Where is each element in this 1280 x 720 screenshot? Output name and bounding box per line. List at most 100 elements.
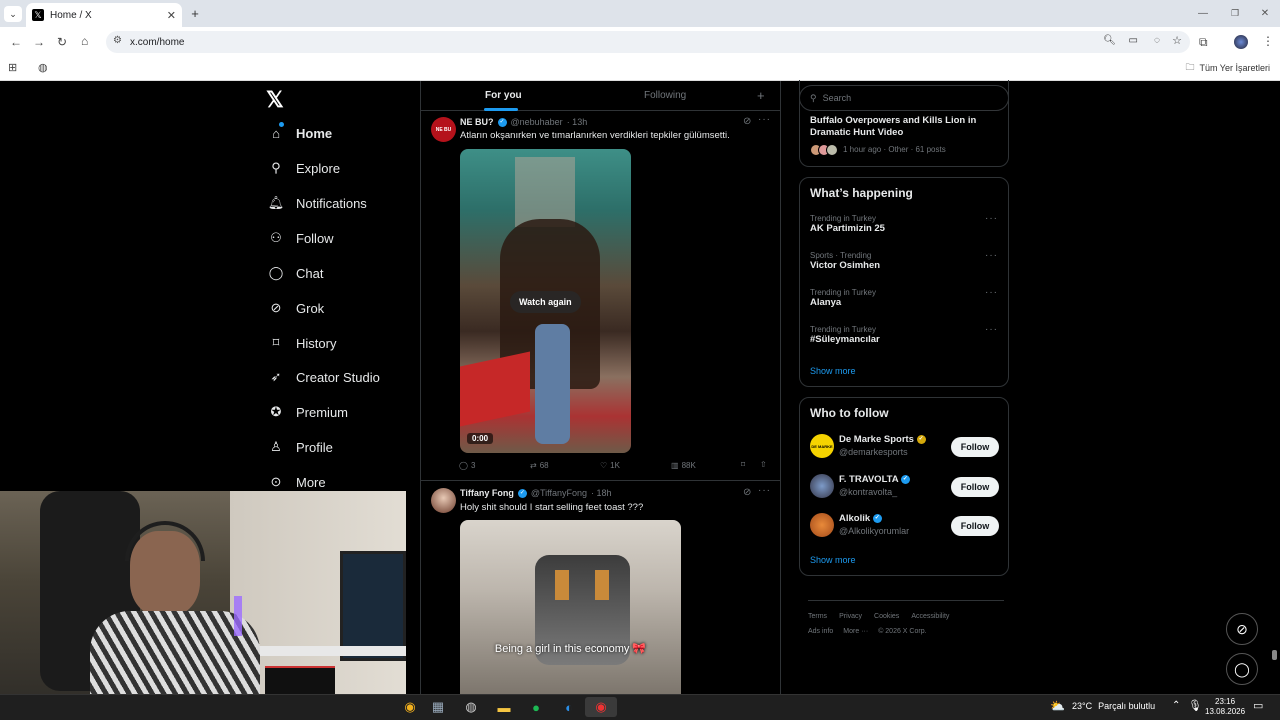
nav-item-creator-studio[interactable]: ➶ Creator Studio xyxy=(268,367,380,387)
grok-explain-icon[interactable]: ⊘ xyxy=(743,116,751,127)
trend-item[interactable]: Trending in Turkey AK Partimizin 25 ··· xyxy=(810,213,1000,234)
follow-button[interactable]: Follow xyxy=(951,516,999,536)
follow-suggestion[interactable]: DE MARKE De Marke Sports ✓ @demarkesport… xyxy=(810,434,1000,460)
top-story-card[interactable]: Buffalo Overpowers and Kills Lion in Dra… xyxy=(799,80,1009,167)
close-tab-icon[interactable]: ✕ xyxy=(167,9,176,22)
post-more-icon[interactable]: ··· xyxy=(758,114,771,125)
minimize-button[interactable]: — xyxy=(1196,6,1210,20)
watch-again-button[interactable]: Watch again xyxy=(510,291,581,313)
microphone-icon[interactable]: 🎙︎ xyxy=(1188,699,1202,712)
like-button[interactable]: ♡ 1K xyxy=(600,461,620,470)
post-video[interactable]: Being a girl in this economy 🎀 xyxy=(460,520,681,694)
chrome-taskbar-icon[interactable]: ◉ xyxy=(400,697,420,717)
bookmark-post-icon[interactable]: ⌑ xyxy=(741,460,745,469)
avatar[interactable] xyxy=(810,513,834,537)
views-button[interactable]: ▥ 88K xyxy=(671,461,696,470)
author-name[interactable]: Tiffany Fong xyxy=(460,488,514,498)
footer-link[interactable]: Accessibility xyxy=(911,613,949,620)
x-logo-icon[interactable]: 𝕏 xyxy=(266,87,284,113)
avatar[interactable]: NE BU xyxy=(431,117,456,142)
weather-icon[interactable]: ⛅ xyxy=(1050,699,1065,713)
clock[interactable]: 23:16 13.08.2026 xyxy=(1205,697,1245,717)
weather-widget[interactable]: 23°C Parçalı bulutlu xyxy=(1072,701,1155,711)
obs-taskbar-icon[interactable]: ◉ xyxy=(585,697,617,717)
share-icon[interactable]: ⇧ xyxy=(760,460,767,469)
browser-tab[interactable]: 𝕏 Home / X ✕ xyxy=(26,3,182,27)
follow-suggestion[interactable]: Alkolik ✓ @Alkolikyorumlar Follow xyxy=(810,513,1000,539)
trend-item[interactable]: Trending in Turkey Alanya ··· xyxy=(810,287,1000,308)
nav-item-notifications[interactable]: 🔔︎ Notifications xyxy=(268,193,367,213)
browser-menu-icon[interactable]: ⋮ xyxy=(1262,34,1274,48)
tab-following[interactable]: Following xyxy=(644,90,686,101)
nav-item-premium[interactable]: ✪ Premium xyxy=(268,402,348,422)
app-taskbar-icon[interactable]: ◍ xyxy=(461,697,481,717)
calculator-taskbar-icon[interactable]: ▦ xyxy=(428,697,448,717)
show-more-trends-link[interactable]: Show more xyxy=(810,366,856,376)
trend-more-icon[interactable]: ··· xyxy=(985,324,998,335)
nav-item-follow[interactable]: ⚇ Follow xyxy=(268,228,333,248)
home-button-icon[interactable]: ⌂ xyxy=(81,34,88,48)
show-more-follow-link[interactable]: Show more xyxy=(810,555,856,565)
close-window-button[interactable]: ✕ xyxy=(1258,6,1272,20)
follow-button[interactable]: Follow xyxy=(951,477,999,497)
back-icon[interactable]: ← xyxy=(10,35,22,49)
restore-button[interactable]: ❐ xyxy=(1228,6,1242,20)
author-name[interactable]: NE BU? xyxy=(460,117,494,127)
footer-link[interactable]: Cookies xyxy=(874,613,899,620)
new-tab-button[interactable]: + xyxy=(188,6,202,21)
cast-icon[interactable]: ▭ xyxy=(1129,35,1138,46)
eye-off-icon[interactable]: ◌ xyxy=(1154,35,1160,46)
nav-item-home[interactable]: ⌂ Home xyxy=(268,123,332,143)
footer-link[interactable]: More ··· xyxy=(843,628,868,635)
footer-link[interactable]: Privacy xyxy=(839,613,862,620)
avatar[interactable]: DE MARKE xyxy=(810,434,834,458)
nav-item-profile[interactable]: ♙ Profile xyxy=(268,437,333,457)
follow-suggestion[interactable]: F. TRAVOLTA ✓ @kontravolta_ Follow xyxy=(810,474,1000,500)
bookmark-star-icon[interactable]: ☆ xyxy=(1172,34,1182,47)
trend-item[interactable]: Trending in Turkey #Süleymancılar ··· xyxy=(810,324,1000,345)
post-more-icon[interactable]: ··· xyxy=(758,485,771,496)
author-handle[interactable]: @nebuhaber xyxy=(511,117,563,127)
author-handle[interactable]: @TiffanyFong xyxy=(531,488,587,498)
trend-more-icon[interactable]: ··· xyxy=(985,287,998,298)
avatar[interactable] xyxy=(810,474,834,498)
forward-icon[interactable]: → xyxy=(33,35,45,49)
post-time[interactable]: · 13h xyxy=(567,117,588,127)
grok-explain-icon[interactable]: ⊘ xyxy=(743,487,751,498)
trend-item[interactable]: Sports · Trending Victor Osimhen ··· xyxy=(810,250,1000,271)
tab-for-you[interactable]: For you xyxy=(485,90,522,101)
avatar[interactable] xyxy=(431,488,456,513)
zoom-icon[interactable]: 🔍︎ xyxy=(1103,35,1116,46)
page-scrollbar[interactable] xyxy=(1272,650,1277,660)
post-time[interactable]: · 18h xyxy=(591,488,612,498)
footer-link[interactable]: Terms xyxy=(808,613,827,620)
reload-icon[interactable]: ↻ xyxy=(57,35,67,49)
trend-more-icon[interactable]: ··· xyxy=(985,213,998,224)
nav-item-grok[interactable]: ⊘ Grok xyxy=(268,298,325,318)
repost-button[interactable]: ⇄ 68 xyxy=(530,461,549,470)
footer-link[interactable]: Ads info xyxy=(808,628,833,635)
site-info-icon[interactable]: ⚙ xyxy=(113,35,122,46)
bookmark-globe-icon[interactable]: ◍ xyxy=(38,61,48,74)
spotify-taskbar-icon[interactable]: ● xyxy=(526,697,546,717)
edge-taskbar-icon[interactable]: ◐ xyxy=(559,697,579,717)
reply-button[interactable]: ◯ 3 xyxy=(459,461,475,470)
profile-avatar-icon[interactable] xyxy=(1234,35,1248,49)
address-bar[interactable]: ⚙ x.com/home 🔍︎ ▭ ◌ ☆ xyxy=(106,31,1190,53)
nav-item-chat[interactable]: ◯ Chat xyxy=(268,263,324,283)
tab-search-button[interactable]: ⌄ xyxy=(4,6,22,22)
notification-center-icon[interactable]: ▭ xyxy=(1253,699,1263,712)
follow-button[interactable]: Follow xyxy=(951,437,999,457)
nav-item-explore[interactable]: ⚲ Explore xyxy=(268,158,340,178)
nav-item-more[interactable]: ⊙ More xyxy=(268,472,326,492)
extensions-icon[interactable]: ⧉ xyxy=(1199,35,1208,50)
nav-item-history[interactable]: ⌑ History xyxy=(268,333,337,353)
all-bookmarks[interactable]: 🗀 Tüm Yer İşaretleri xyxy=(1185,60,1270,76)
apps-grid-icon[interactable]: ⊞ xyxy=(8,61,17,74)
add-tab-button[interactable]: + xyxy=(757,88,765,103)
trend-more-icon[interactable]: ··· xyxy=(985,250,998,261)
file-explorer-taskbar-icon[interactable]: ▬ xyxy=(494,697,514,717)
messages-fab-icon[interactable]: ◯ xyxy=(1226,653,1258,685)
tray-chevron-icon[interactable]: ⌃ xyxy=(1172,700,1180,711)
grok-fab-icon[interactable]: ⊘ xyxy=(1226,613,1258,645)
